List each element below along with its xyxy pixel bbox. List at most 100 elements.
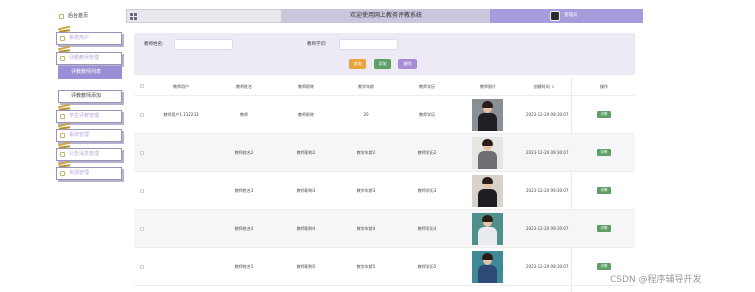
cell-teacher-title: 教师职称: [298, 112, 314, 117]
row-checkbox[interactable]: [140, 189, 144, 193]
cell-teaching-age: 20: [363, 112, 369, 117]
row-checkbox[interactable]: [140, 227, 144, 231]
teacher-id-input[interactable]: [339, 39, 398, 50]
evaluate-button[interactable]: 评教: [597, 149, 611, 156]
col-teacher-name: 教师姓名: [236, 84, 252, 89]
evaluate-button[interactable]: 评教: [597, 263, 611, 270]
username: 管理员: [564, 13, 578, 18]
col-teaching-age: 教学年龄: [358, 84, 374, 89]
cell-teacher-name: 教师姓名4: [234, 226, 254, 231]
cell-teaching-age: 教学年龄3: [356, 188, 376, 193]
page-title: 欢迎使用网上教务评教系统: [282, 9, 490, 23]
bell-icon: [60, 152, 65, 157]
watermark: CSDN @程序辅导开发: [610, 275, 702, 285]
cell-teacher-name: 教师: [240, 112, 248, 117]
cell-created-time: 2023-12-20 09:30:07: [526, 264, 569, 269]
table-row: 教师用户1 112233 教师 教师职称 20 教师学历 2023-12-20 …: [134, 96, 635, 134]
cell-teacher-degree: 教师学历2: [417, 150, 437, 155]
cell-created-time: 2023-12-20 09:30:07: [526, 188, 569, 193]
teacher-photo: [472, 213, 503, 245]
sidebar-item-label: 后台首页: [68, 13, 89, 19]
col-teacher-degree: 教师学历: [419, 84, 435, 89]
sidebar-item-label: 评教教师添加: [71, 93, 102, 99]
sidebar-item-home[interactable]: 后台首页: [56, 11, 122, 24]
evaluate-button[interactable]: 评教: [597, 111, 611, 118]
top-bar-left: [126, 9, 282, 23]
cell-teacher-name: 教师姓名2: [234, 150, 254, 155]
col-created-time-label: 创建时间: [533, 84, 550, 89]
sidebar-item-label: 系统用户: [69, 35, 90, 41]
home-icon: [59, 14, 64, 19]
cell-teaching-age: 教学年龄5: [356, 264, 376, 269]
cell-teacher-degree: 教师学历5: [417, 264, 437, 269]
avatar[interactable]: [550, 11, 560, 21]
sidebar-item-student-evaluation[interactable]: 学生评教管理: [56, 110, 122, 123]
table-row: 教师姓名5 教师职称5 教学年龄5 教师学历5 2023-12-20 09:30…: [134, 248, 635, 286]
evaluate-button[interactable]: 评教: [597, 225, 611, 232]
teacher-table: 教师用户 教师姓名 教师职称 教学年龄 教师学历 教师照片 创建时间 ⇅ 操作 …: [134, 77, 635, 292]
search-panel: 教师姓名: 教师学识: 查询 添加 删除: [134, 33, 635, 75]
col-teacher-user: 教师用户: [173, 84, 189, 89]
star-icon: [60, 171, 65, 176]
teacher-photo: [472, 251, 503, 283]
sidebar: 后台首页 系统用户 评教教师管理 评教教师列表 评教教师添加 ☛ 学生评教管理 …: [52, 8, 152, 292]
sidebar-item-teacher-add[interactable]: 评教教师添加: [58, 90, 122, 103]
teacher-photo: [472, 137, 503, 169]
search-button[interactable]: 查询: [349, 59, 366, 69]
evaluate-button[interactable]: 评教: [597, 187, 611, 194]
table-row: 教师姓名3 教师职称3 教学年龄3 教师学历3 2023-12-20 09:30…: [134, 172, 635, 210]
table-row: 教师姓名2 教师职称2 教学年龄2 教师学历2 2023-12-20 09:30…: [134, 134, 635, 172]
cell-teacher-name: 教师姓名5: [234, 264, 254, 269]
cell-created-time: 2023-12-20 09:30:07: [526, 226, 569, 231]
col-action: 操作: [600, 84, 608, 89]
folder-icon: [60, 114, 65, 119]
user-icon: [60, 36, 65, 41]
sidebar-item-system-management[interactable]: 系统管理: [56, 129, 122, 142]
top-bar: 欢迎使用网上教务评教系统 管理员: [126, 9, 643, 23]
sidebar-item-teacher-list[interactable]: 评教教师列表: [58, 66, 122, 79]
cell-created-time: 2023-12-20 09:30:07: [526, 112, 569, 117]
cell-teaching-age: 教学年龄2: [356, 150, 376, 155]
sort-icon[interactable]: ⇅: [551, 84, 554, 89]
sidebar-item-label: 评教教师管理: [69, 55, 100, 61]
teacher-name-input[interactable]: [174, 39, 233, 50]
table-row: 教师姓名4 教师职称4 教学年龄4 教师学历4 2023-12-20 09:30…: [134, 210, 635, 248]
sidebar-item-resource-management[interactable]: 资源管理: [56, 167, 122, 180]
row-checkbox[interactable]: [140, 151, 144, 155]
cell-teacher-title: 教师职称3: [296, 188, 316, 193]
user-area[interactable]: 管理员: [490, 9, 643, 23]
teacher-photo: [472, 175, 503, 207]
col-teacher-photo: 教师照片: [480, 84, 496, 89]
row-checkbox[interactable]: [140, 113, 144, 117]
folder-icon: [60, 56, 65, 61]
sidebar-item-teacher-management[interactable]: 评教教师管理: [56, 52, 122, 65]
teacher-name-label: 教师姓名:: [144, 42, 164, 47]
sidebar-item-label: 公告消息管理: [69, 151, 100, 157]
cell-teacher-degree: 教师学历: [419, 112, 435, 117]
delete-button[interactable]: 删除: [398, 59, 417, 69]
cell-teacher-user: 教师用户1 112233: [163, 112, 199, 117]
select-all-checkbox[interactable]: [140, 84, 144, 88]
cell-teacher-title: 教师职称5: [296, 264, 316, 269]
teacher-id-label: 教师学识:: [307, 42, 327, 47]
table-header: 教师用户 教师姓名 教师职称 教学年龄 教师学历 教师照片 创建时间 ⇅ 操作: [134, 77, 635, 96]
sidebar-item-label: 系统管理: [69, 132, 90, 138]
cell-teacher-name: 教师姓名3: [234, 188, 254, 193]
sidebar-item-label: 评教教师列表: [71, 69, 102, 75]
add-button[interactable]: 添加: [374, 59, 391, 69]
sidebar-item-system-users[interactable]: 系统用户: [56, 32, 122, 45]
sidebar-item-announcement-management[interactable]: 公告消息管理: [56, 148, 122, 161]
cell-teacher-title: 教师职称2: [296, 150, 316, 155]
sidebar-item-label: 学生评教管理: [69, 113, 100, 119]
sidebar-item-label: 资源管理: [69, 170, 90, 176]
cell-teacher-user: [156, 134, 206, 172]
teacher-photo: [472, 99, 503, 131]
menu-grid-icon[interactable]: [130, 13, 137, 20]
col-teacher-title: 教师职称: [298, 84, 314, 89]
cell-teacher-title: 教师职称4: [296, 226, 316, 231]
cell-teacher-user: [156, 210, 206, 248]
row-checkbox[interactable]: [140, 265, 144, 269]
cell-teacher-degree: 教师学历3: [417, 188, 437, 193]
cell-teacher-user: [156, 172, 206, 210]
col-created-time[interactable]: 创建时间 ⇅: [526, 77, 562, 96]
